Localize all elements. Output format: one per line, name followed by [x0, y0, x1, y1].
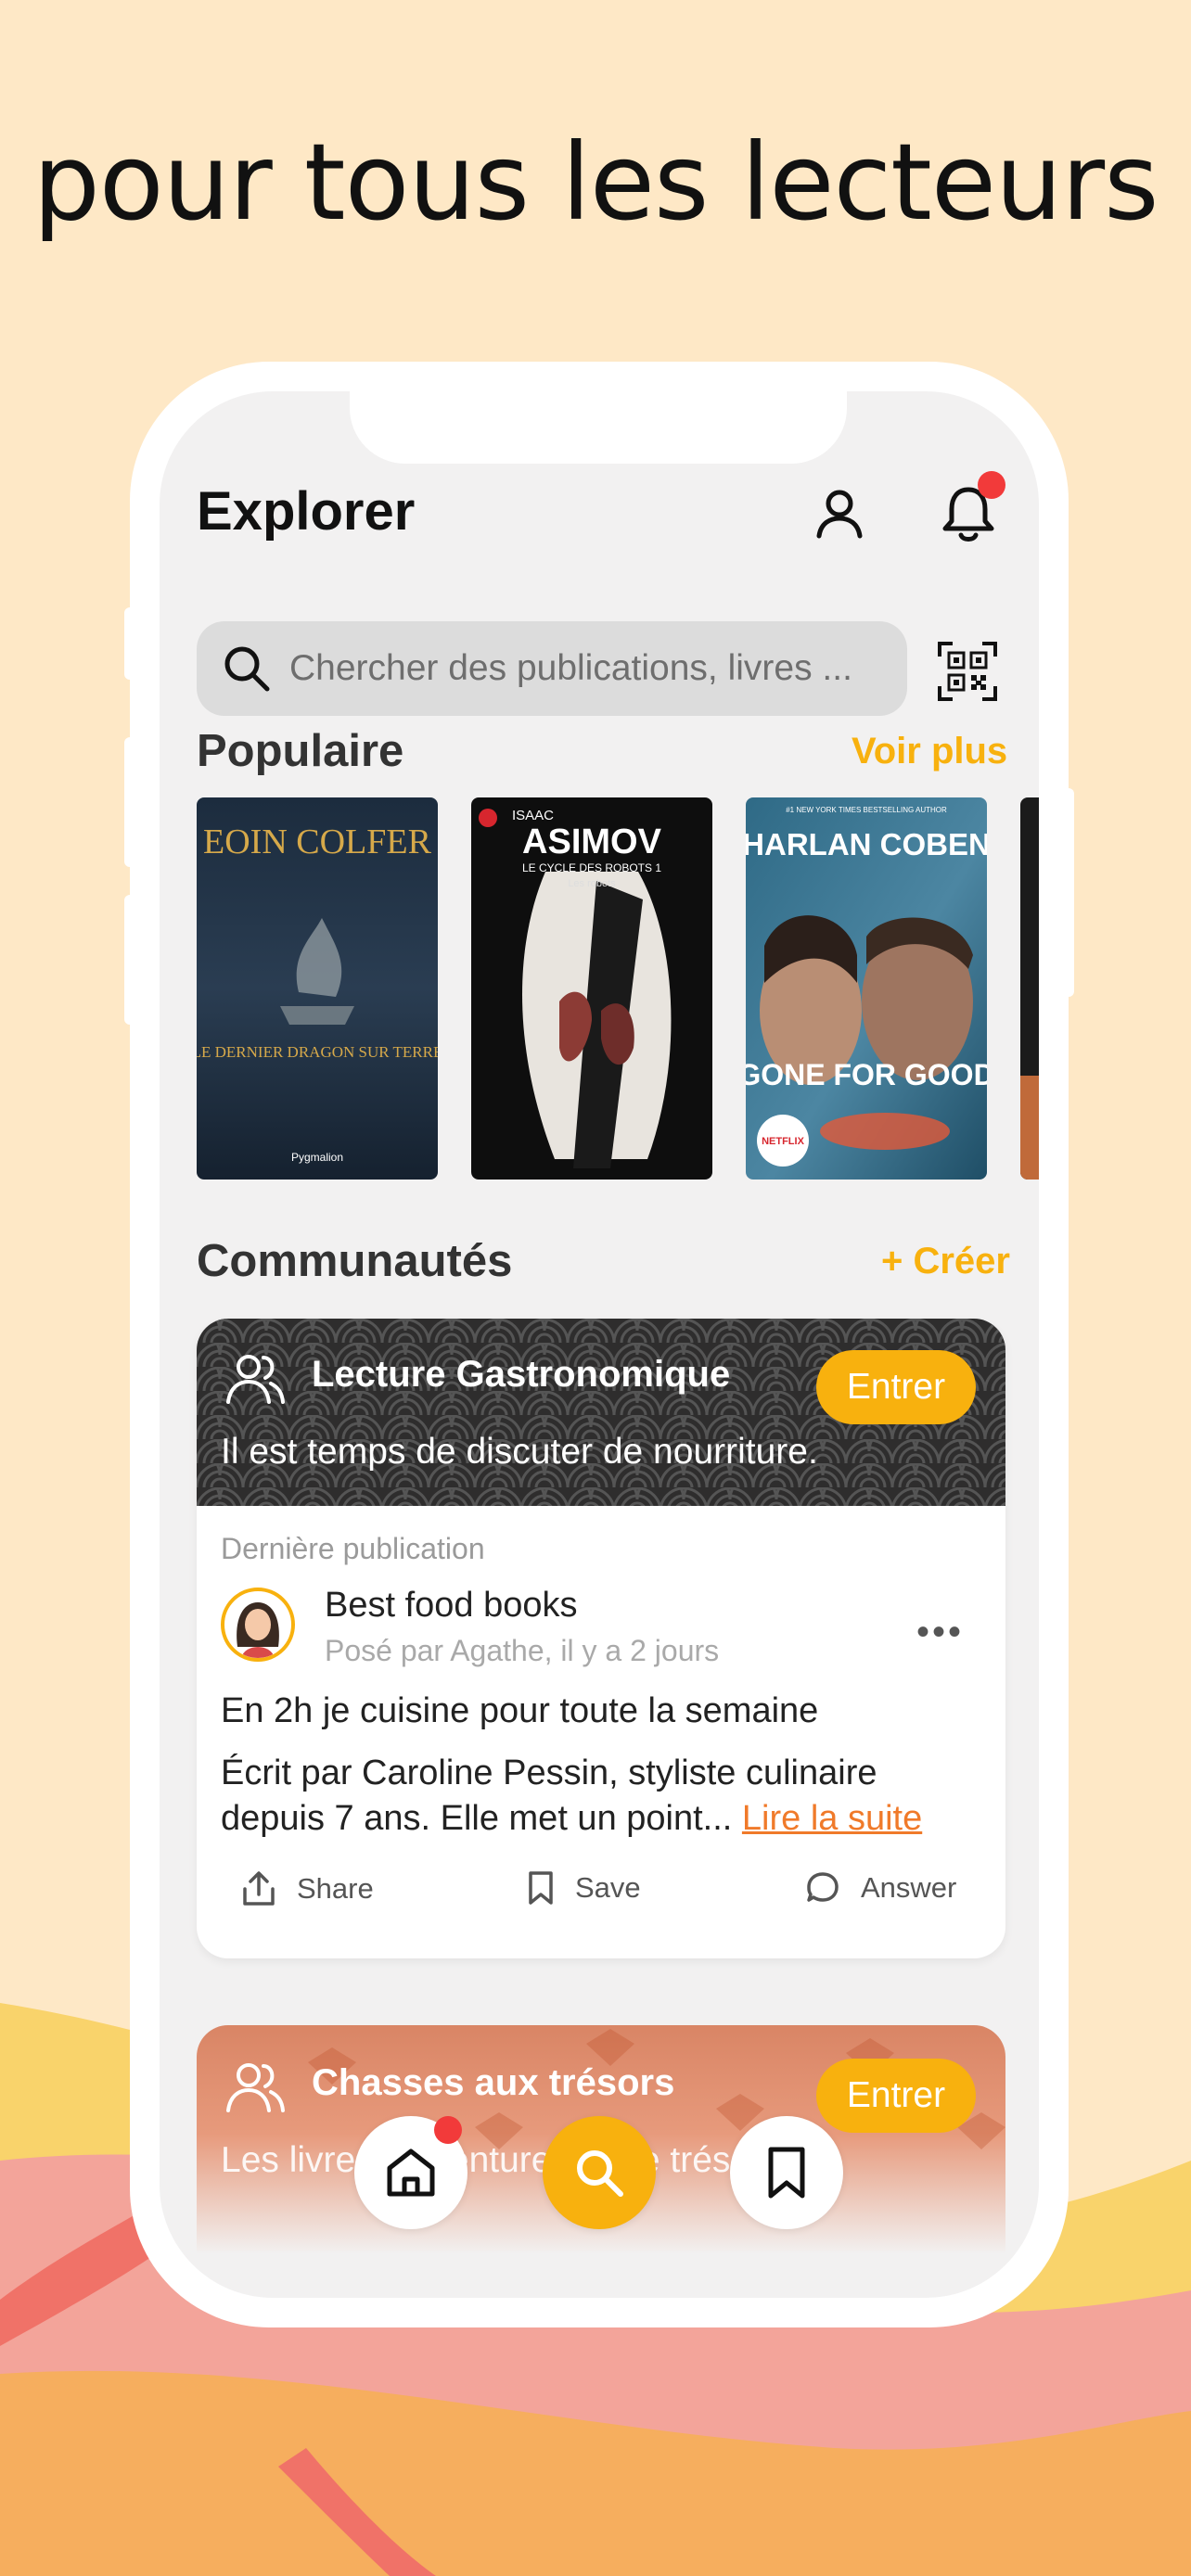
- bookmark-icon: [529, 1871, 553, 1905]
- communities-section-title: Communautés: [197, 1236, 513, 1286]
- book-cover-coben[interactable]: #1 NEW YORK TIMES BESTSELLING AUTHOR HAR…: [746, 797, 987, 1180]
- post-meta: Posé par Agathe, il y a 2 jours: [325, 1634, 720, 1667]
- share-label: Share: [297, 1872, 374, 1905]
- book-topline-coben: #1 NEW YORK TIMES BESTSELLING AUTHOR: [786, 806, 947, 814]
- book-author-coben: HARLAN COBEN: [746, 827, 987, 861]
- community-name: Lecture Gastronomique: [312, 1354, 731, 1395]
- nav-bookmarks-button[interactable]: [730, 2116, 843, 2229]
- book-author-asimov: ASIMOV: [522, 823, 662, 861]
- last-publication-label: Dernière publication: [221, 1532, 485, 1565]
- qr-scan-button[interactable]: [934, 638, 1001, 705]
- community-description: Les livres d'aventures et de trésors: [221, 2140, 781, 2180]
- community-group-icon: [226, 1355, 285, 1404]
- book-publisher-colfer: Pygmalion: [291, 1151, 343, 1164]
- book-author-colfer: EOIN COLFER: [203, 823, 432, 861]
- notification-dot: [978, 471, 1005, 499]
- share-button[interactable]: Share: [241, 1870, 374, 1907]
- enter-community-button[interactable]: Entrer: [816, 1350, 976, 1424]
- post-excerpt: Écrit par Caroline Pessin, styliste culi…: [221, 1751, 981, 1842]
- book-title-asimov: LE CYCLE DES ROBOTS 1: [522, 861, 661, 874]
- answer-button[interactable]: Answer: [805, 1870, 956, 1906]
- avatar[interactable]: [221, 1588, 295, 1662]
- community-banner: Lecture Gastronomique Il est temps de di…: [197, 1319, 1005, 1506]
- book-cover-colfer[interactable]: EOIN COLFER LE DERNIER DRAGON SUR TERRE …: [197, 797, 438, 1180]
- comment-icon: [807, 1872, 839, 1902]
- search-icon: [224, 646, 270, 692]
- community-name: Chasses aux trésors: [312, 2062, 675, 2103]
- post-title[interactable]: Best food books: [325, 1586, 578, 1626]
- search-input[interactable]: [289, 648, 864, 689]
- search-bar[interactable]: [197, 621, 907, 716]
- book-author-small-asimov: ISAAC: [512, 808, 554, 823]
- save-button[interactable]: Save: [527, 1870, 641, 1906]
- home-icon: [387, 2149, 435, 2197]
- more-options-icon[interactable]: •••: [916, 1612, 964, 1653]
- book-badge-coben: NETFLIX: [762, 1136, 804, 1147]
- app-screen: Explorer Chercher des publications, livr…: [160, 391, 1039, 2298]
- marketing-headline: pour tous les lecteurs: [32, 121, 1159, 244]
- community-card-gastronomique[interactable]: Lecture Gastronomique Il est temps de di…: [197, 1319, 1005, 1958]
- phone-frame: Explorer Chercher des publications, livr…: [130, 362, 1069, 2327]
- popular-section-title: Populaire: [197, 726, 404, 776]
- book-cover-asimov[interactable]: ISAAC ASIMOV LE CYCLE DES ROBOTS 1 Les r…: [471, 797, 712, 1180]
- book-title-colfer: LE DERNIER DRAGON SUR TERRE: [197, 1043, 438, 1061]
- create-community-link[interactable]: + Créer: [881, 1241, 1010, 1282]
- community-description: Il est temps de discuter de nourriture.: [221, 1432, 818, 1472]
- post-headline[interactable]: En 2h je cuisine pour toute la semaine: [221, 1691, 818, 1731]
- see-more-link[interactable]: Voir plus: [852, 731, 1007, 772]
- save-label: Save: [575, 1871, 641, 1904]
- nav-search-button[interactable]: [543, 2116, 656, 2229]
- home-notification-dot: [434, 2116, 462, 2144]
- profile-button[interactable]: [807, 480, 872, 545]
- book-subtitle-asimov: Les robots: [568, 878, 616, 889]
- book-cover-partial[interactable]: [1020, 797, 1039, 1180]
- community-group-icon: [226, 2063, 285, 2112]
- bookmark-icon: [768, 2147, 805, 2199]
- enter-community-button[interactable]: Entrer: [816, 2059, 976, 2133]
- phone-notch: [350, 391, 847, 464]
- qr-code-icon: [938, 642, 997, 701]
- answer-label: Answer: [861, 1871, 957, 1904]
- share-icon: [243, 1871, 275, 1906]
- page-title: Explorer: [197, 481, 416, 542]
- book-title-coben: GONE FOR GOOD: [746, 1058, 987, 1091]
- read-more-link[interactable]: Lire la suite: [742, 1799, 922, 1838]
- search-icon: [577, 2150, 623, 2197]
- user-icon: [816, 490, 863, 539]
